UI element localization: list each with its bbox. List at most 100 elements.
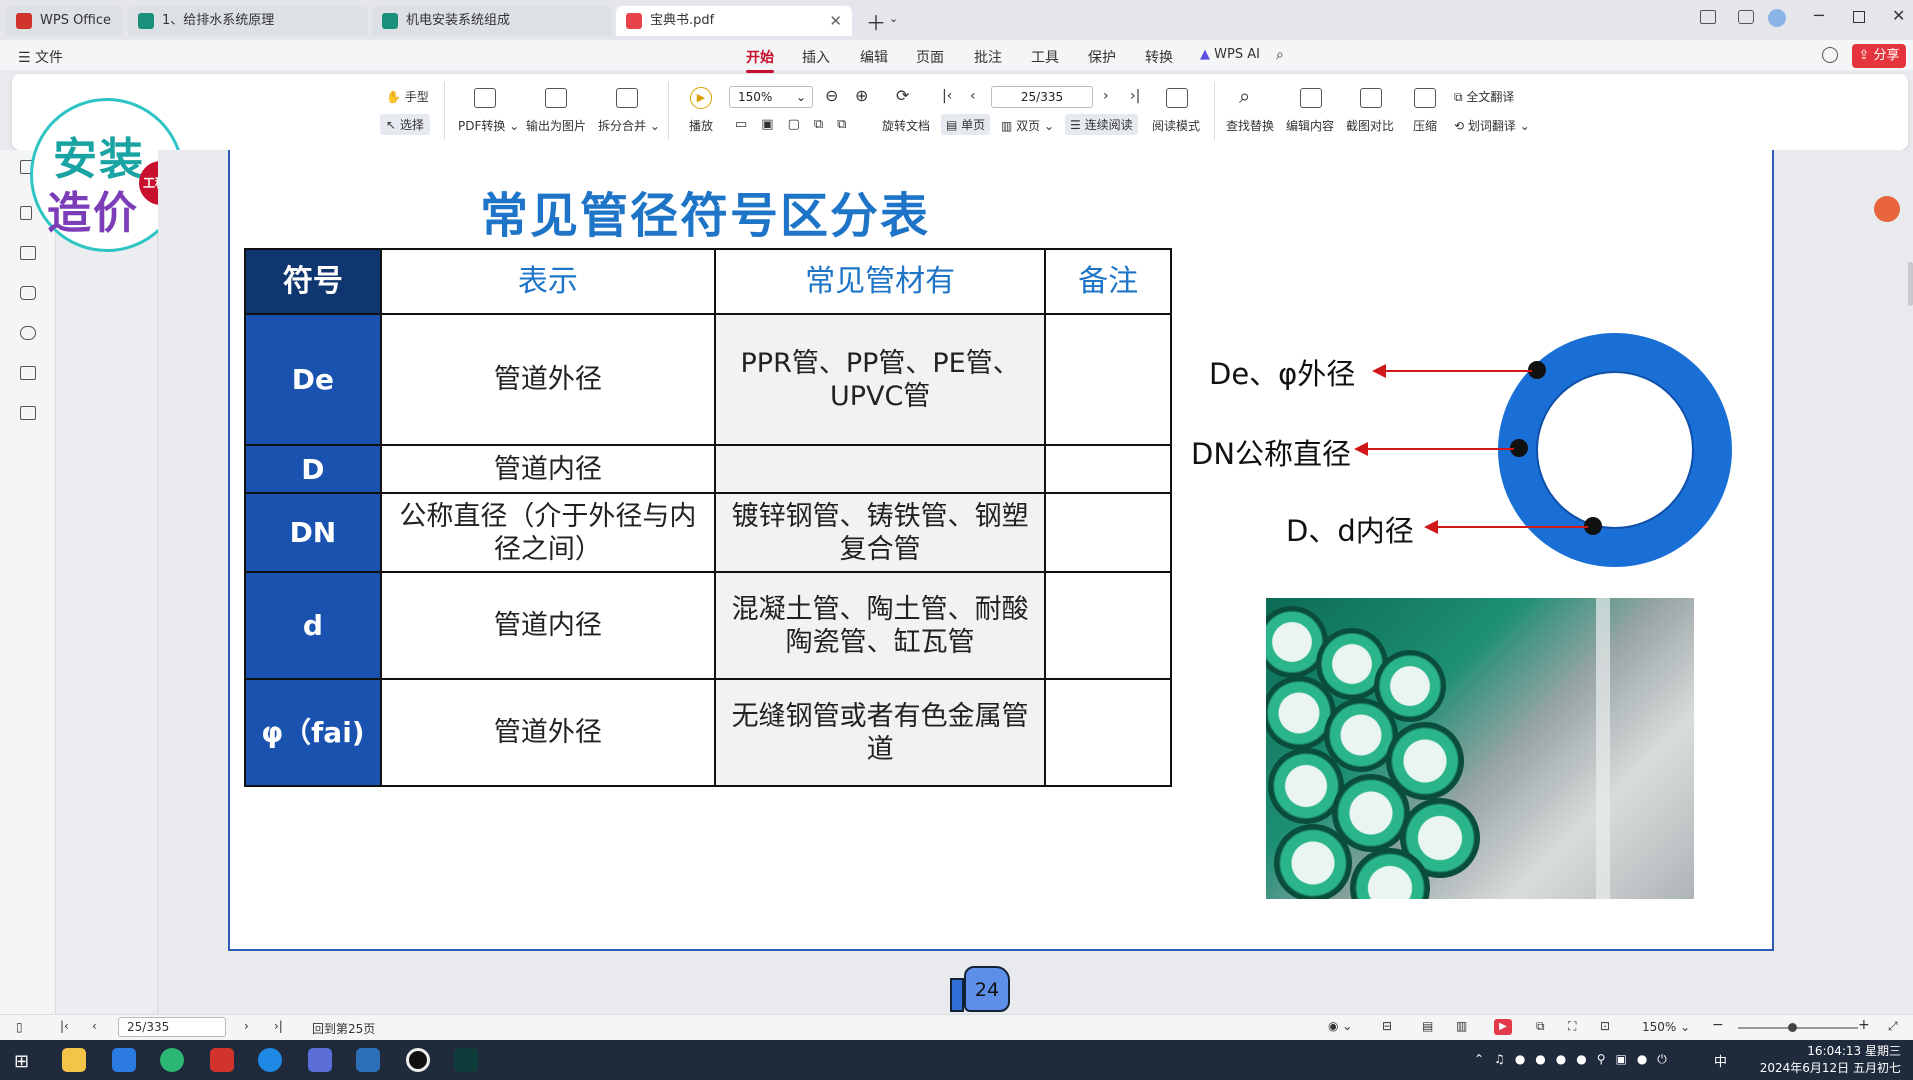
first-page-icon[interactable]: |‹ [942,88,952,104]
attachment-icon[interactable] [20,326,36,340]
app-a-icon[interactable] [308,1048,332,1072]
menu-convert[interactable]: 转换 [1145,47,1173,67]
tab-wps-office[interactable]: WPS Office [6,6,122,36]
app-video-icon[interactable] [454,1048,478,1072]
zoom-slider-handle[interactable] [1788,1023,1797,1032]
play-button[interactable]: 播放 [689,117,713,134]
menu-tools[interactable]: 工具 [1031,47,1059,67]
double-page-button[interactable]: ▥ 双页 ⌄ [1001,117,1054,134]
status-page-input[interactable]: 25/335 [118,1017,226,1037]
sidebar-toggle-icon[interactable]: ▯ [16,1020,23,1034]
minimize-icon[interactable]: ─ [1814,6,1824,25]
taskbar-clock[interactable]: 16:04:13 星期三 2024年6月12日 五月初七 [1760,1043,1901,1077]
ime-indicator[interactable]: 中 [1714,1051,1727,1070]
back-to-page-link[interactable]: 回到第25页 [312,1020,375,1037]
fit-page-icon[interactable]: ⧉ [1536,1019,1545,1034]
new-tab-icon[interactable]: ＋ [866,7,886,36]
hand-tool-button[interactable]: ✋ 手型 [386,88,429,105]
app-star-icon[interactable] [112,1048,136,1072]
single-page-icon[interactable]: ▤ [1422,1019,1433,1033]
fit-width-icon[interactable]: ⊟ [1382,1019,1392,1033]
edit-content-button[interactable]: 编辑内容 [1286,117,1334,134]
eye-icon[interactable]: ◉ ⌄ [1328,1019,1352,1033]
menu-page[interactable]: 页面 [916,47,944,67]
last-page-icon[interactable]: ›| [1130,88,1140,104]
screenshot-compare-button[interactable]: 截图对比 [1346,117,1394,134]
table-row: D 管道内径 [244,444,1172,494]
zoom-level[interactable]: 150% ⌄ [1642,1020,1690,1034]
windows-start-icon[interactable]: ⊞ [14,1051,29,1072]
menu-wps-ai[interactable]: ▲ WPS AI [1200,47,1260,62]
prev-page-icon[interactable]: ‹ [970,88,976,104]
menu-edit[interactable]: 编辑 [860,47,888,67]
comment-icon[interactable] [20,286,36,300]
thumbnail-icon[interactable] [20,246,36,260]
table-row: DN 公称直径（介于外径与内径之间） 镀锌钢管、铸铁管、钢塑复合管 [244,492,1172,573]
close-icon[interactable]: ✕ [829,6,842,36]
share-button[interactable]: ⇪ 分享 [1852,44,1906,68]
pdf-convert-button[interactable]: PDF转换 ⌄ [458,117,519,134]
read-mode-button[interactable]: 阅读模式 [1152,117,1200,134]
tab-pdf[interactable]: 宝典书.pdf ✕ [616,6,852,36]
actual-size-icon[interactable]: ⛶ [1568,1019,1576,1034]
restore-icon[interactable] [1853,11,1865,23]
file-explorer-icon[interactable] [62,1048,86,1072]
system-tray[interactable]: ⌃♫●●●●⚲▣●⏻ [1474,1052,1677,1067]
next-page-icon[interactable]: › [1103,88,1109,104]
record-icon[interactable] [406,1048,430,1072]
prev-page-icon[interactable]: ‹ [92,1019,97,1033]
bookmark-icon[interactable] [20,206,32,220]
edge-browser-icon[interactable] [160,1048,184,1072]
next-page-icon[interactable]: › [244,1019,249,1033]
zoom-out-icon[interactable]: − [1712,1017,1724,1033]
wps-ai-icon: ▲ [1200,47,1210,62]
chevron-down-icon[interactable]: ⌄ [889,12,898,25]
close-window-icon[interactable]: ✕ [1892,6,1905,25]
cube-icon[interactable] [1738,10,1754,24]
export-image-button[interactable]: 输出为图片 [526,117,586,134]
search-icon[interactable]: ⌕ [1276,47,1284,63]
window-icon[interactable] [1700,10,1716,24]
double-page-icon[interactable]: ▥ [1456,1019,1467,1033]
find-replace-button[interactable]: 查找替换 [1226,117,1274,134]
word-translate-button[interactable]: ⟲ 划词翻译 ⌄ [1454,117,1530,134]
zoom-out-icon[interactable]: ⊖ [825,86,838,105]
zoom-in-icon[interactable]: + [1858,1017,1870,1033]
rotate-icon[interactable]: ⟳ [896,86,909,105]
page-number-badge: 24 [950,958,1012,1014]
assistant-float-icon[interactable] [1874,196,1900,222]
zoom-slider[interactable] [1738,1027,1858,1029]
zoom-in-icon[interactable]: ⊕ [855,86,868,105]
menu-start[interactable]: 开始 [746,47,774,73]
crop-icon[interactable]: ⊡ [1600,1019,1610,1033]
continuous-read-button[interactable]: ☰ 连续阅读 [1065,114,1138,135]
compress-button[interactable]: 压缩 [1413,117,1437,134]
cell-materials [713,444,1047,494]
last-page-icon[interactable]: ›| [274,1019,283,1033]
menu-annotate[interactable]: 批注 [974,47,1002,67]
first-page-icon[interactable]: |‹ [60,1019,69,1033]
full-translate-button[interactable]: ⧉ 全文翻译 [1454,88,1514,105]
wps-taskbar-icon[interactable] [210,1048,234,1072]
split-merge-button[interactable]: 拆分合并 ⌄ [598,117,660,134]
avatar[interactable] [1768,9,1786,27]
layers-icon[interactable] [20,406,36,420]
single-page-button[interactable]: ▤ 单页 [941,114,991,135]
play-icon[interactable]: ▶ [1494,1019,1512,1035]
signature-icon[interactable] [20,366,36,380]
cad-icon[interactable] [356,1048,380,1072]
menu-insert[interactable]: 插入 [802,47,830,67]
page-number-input[interactable]: 25/335 [991,86,1093,108]
zoom-select[interactable]: 150% ⌄ [729,86,813,108]
select-tool-button[interactable]: ↖ 选择 [380,114,430,135]
fullscreen-icon[interactable]: ⤢ [1888,1019,1898,1034]
cloud-sync-icon[interactable] [1822,47,1838,63]
menu-protect[interactable]: 保护 [1088,47,1116,67]
tab-mep[interactable]: 机电安装系统组成 [372,6,612,36]
app-c-icon[interactable] [258,1048,282,1072]
rotate-doc-button[interactable]: 旋转文档 [882,117,930,134]
file-menu[interactable]: ☰ 文件 [18,47,63,67]
fit-tools[interactable]: ▭▣▢⧉⧉ [735,117,860,132]
tab-drainage[interactable]: 1、给排水系统原理 [128,6,368,36]
scrollbar[interactable] [1908,262,1913,306]
